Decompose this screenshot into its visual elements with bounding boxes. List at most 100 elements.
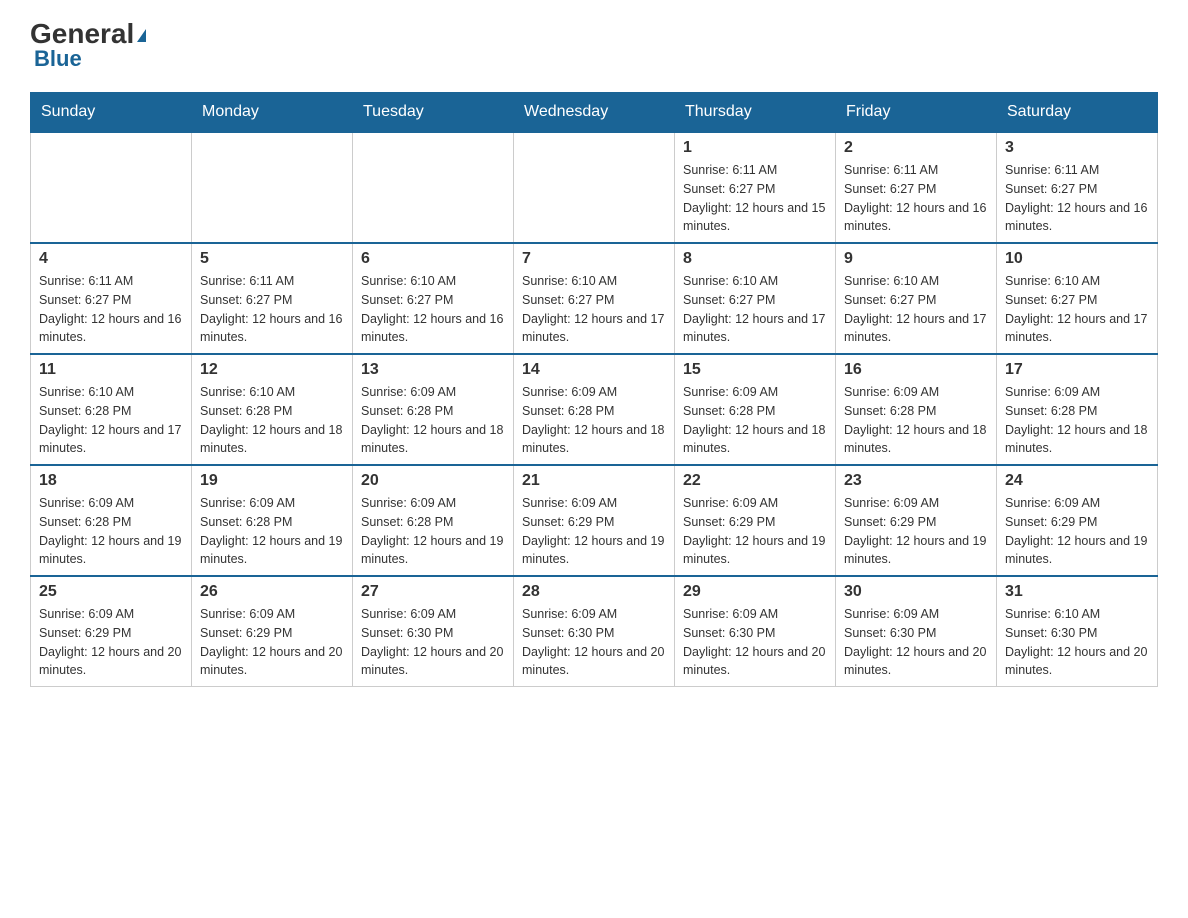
day-info: Sunrise: 6:10 AMSunset: 6:27 PMDaylight:…	[522, 272, 666, 347]
day-info: Sunrise: 6:09 AMSunset: 6:28 PMDaylight:…	[1005, 383, 1149, 458]
day-info: Sunrise: 6:11 AMSunset: 6:27 PMDaylight:…	[39, 272, 183, 347]
calendar-cell: 9 Sunrise: 6:10 AMSunset: 6:27 PMDaylight…	[836, 243, 997, 354]
calendar-cell: 10 Sunrise: 6:10 AMSunset: 6:27 PMDayligh…	[997, 243, 1158, 354]
calendar-cell: 6 Sunrise: 6:10 AMSunset: 6:27 PMDaylight…	[353, 243, 514, 354]
day-number: 21	[522, 472, 666, 490]
calendar-table: SundayMondayTuesdayWednesdayThursdayFrid…	[30, 92, 1158, 687]
day-number: 11	[39, 361, 183, 379]
day-info: Sunrise: 6:09 AMSunset: 6:30 PMDaylight:…	[361, 605, 505, 680]
calendar-cell: 23Sunrise: 6:09 AMSunset: 6:29 PMDayligh…	[836, 465, 997, 576]
calendar-cell: 11 Sunrise: 6:10 AMSunset: 6:28 PMDayligh…	[31, 354, 192, 465]
calendar-header-monday: Monday	[192, 93, 353, 133]
day-number: 13	[361, 361, 505, 379]
day-info: Sunrise: 6:09 AMSunset: 6:28 PMDaylight:…	[844, 383, 988, 458]
calendar-cell	[514, 132, 675, 243]
day-number: 25	[39, 583, 183, 601]
day-number: 19	[200, 472, 344, 490]
day-number: 2	[844, 139, 988, 157]
calendar-header-friday: Friday	[836, 93, 997, 133]
day-number: 30	[844, 583, 988, 601]
day-info: Sunrise: 6:09 AMSunset: 6:30 PMDaylight:…	[844, 605, 988, 680]
day-info: Sunrise: 6:09 AMSunset: 6:28 PMDaylight:…	[39, 494, 183, 569]
day-number: 8	[683, 250, 827, 268]
calendar-cell: 3Sunrise: 6:11 AMSunset: 6:27 PMDaylight…	[997, 132, 1158, 243]
calendar-cell: 25 Sunrise: 6:09 AMSunset: 6:29 PMDayligh…	[31, 576, 192, 687]
calendar-cell: 14Sunrise: 6:09 AMSunset: 6:28 PMDayligh…	[514, 354, 675, 465]
day-number: 22	[683, 472, 827, 490]
calendar-cell: 20 Sunrise: 6:09 AMSunset: 6:28 PMDayligh…	[353, 465, 514, 576]
day-info: Sunrise: 6:09 AMSunset: 6:28 PMDaylight:…	[683, 383, 827, 458]
day-number: 9	[844, 250, 988, 268]
day-info: Sunrise: 6:09 AMSunset: 6:28 PMDaylight:…	[522, 383, 666, 458]
calendar-cell: 4 Sunrise: 6:11 AMSunset: 6:27 PMDaylight…	[31, 243, 192, 354]
day-info: Sunrise: 6:11 AMSunset: 6:27 PMDaylight:…	[683, 161, 827, 236]
day-number: 1	[683, 139, 827, 157]
day-info: Sunrise: 6:10 AMSunset: 6:28 PMDaylight:…	[39, 383, 183, 458]
calendar-cell: 7 Sunrise: 6:10 AMSunset: 6:27 PMDaylight…	[514, 243, 675, 354]
calendar-cell: 1 Sunrise: 6:11 AMSunset: 6:27 PMDaylight…	[675, 132, 836, 243]
logo-general-text: General	[30, 20, 146, 48]
day-info: Sunrise: 6:10 AMSunset: 6:27 PMDaylight:…	[844, 272, 988, 347]
calendar-cell: 2 Sunrise: 6:11 AMSunset: 6:27 PMDaylight…	[836, 132, 997, 243]
calendar-cell: 19 Sunrise: 6:09 AMSunset: 6:28 PMDayligh…	[192, 465, 353, 576]
calendar-cell: 18 Sunrise: 6:09 AMSunset: 6:28 PMDayligh…	[31, 465, 192, 576]
day-info: Sunrise: 6:10 AMSunset: 6:27 PMDaylight:…	[361, 272, 505, 347]
calendar-cell: 31 Sunrise: 6:10 AMSunset: 6:30 PMDayligh…	[997, 576, 1158, 687]
calendar-cell: 12 Sunrise: 6:10 AMSunset: 6:28 PMDayligh…	[192, 354, 353, 465]
calendar-cell: 5Sunrise: 6:11 AMSunset: 6:27 PMDaylight…	[192, 243, 353, 354]
day-number: 6	[361, 250, 505, 268]
calendar-cell: 29Sunrise: 6:09 AMSunset: 6:30 PMDayligh…	[675, 576, 836, 687]
day-number: 20	[361, 472, 505, 490]
calendar-week-2: 4 Sunrise: 6:11 AMSunset: 6:27 PMDaylight…	[31, 243, 1158, 354]
calendar-header-tuesday: Tuesday	[353, 93, 514, 133]
calendar-cell	[353, 132, 514, 243]
calendar-cell: 21 Sunrise: 6:09 AMSunset: 6:29 PMDayligh…	[514, 465, 675, 576]
day-info: Sunrise: 6:09 AMSunset: 6:28 PMDaylight:…	[200, 494, 344, 569]
day-info: Sunrise: 6:10 AMSunset: 6:27 PMDaylight:…	[683, 272, 827, 347]
calendar-header-wednesday: Wednesday	[514, 93, 675, 133]
calendar-cell: 26 Sunrise: 6:09 AMSunset: 6:29 PMDayligh…	[192, 576, 353, 687]
day-info: Sunrise: 6:10 AMSunset: 6:30 PMDaylight:…	[1005, 605, 1149, 680]
day-number: 18	[39, 472, 183, 490]
calendar-header-saturday: Saturday	[997, 93, 1158, 133]
day-number: 15	[683, 361, 827, 379]
page-header: General Blue	[30, 20, 1158, 72]
logo-blue-text: Blue	[34, 46, 82, 72]
day-info: Sunrise: 6:10 AMSunset: 6:27 PMDaylight:…	[1005, 272, 1149, 347]
day-number: 12	[200, 361, 344, 379]
calendar-cell	[192, 132, 353, 243]
calendar-cell: 22Sunrise: 6:09 AMSunset: 6:29 PMDayligh…	[675, 465, 836, 576]
day-number: 16	[844, 361, 988, 379]
calendar-cell: 24 Sunrise: 6:09 AMSunset: 6:29 PMDayligh…	[997, 465, 1158, 576]
calendar-week-5: 25 Sunrise: 6:09 AMSunset: 6:29 PMDayligh…	[31, 576, 1158, 687]
day-info: Sunrise: 6:10 AMSunset: 6:28 PMDaylight:…	[200, 383, 344, 458]
day-info: Sunrise: 6:09 AMSunset: 6:29 PMDaylight:…	[39, 605, 183, 680]
day-info: Sunrise: 6:09 AMSunset: 6:28 PMDaylight:…	[361, 494, 505, 569]
day-number: 4	[39, 250, 183, 268]
calendar-cell: 27 Sunrise: 6:09 AMSunset: 6:30 PMDayligh…	[353, 576, 514, 687]
day-info: Sunrise: 6:11 AMSunset: 6:27 PMDaylight:…	[844, 161, 988, 236]
calendar-cell: 8 Sunrise: 6:10 AMSunset: 6:27 PMDaylight…	[675, 243, 836, 354]
calendar-header-row: SundayMondayTuesdayWednesdayThursdayFrid…	[31, 93, 1158, 133]
day-info: Sunrise: 6:09 AMSunset: 6:28 PMDaylight:…	[361, 383, 505, 458]
day-number: 3	[1005, 139, 1149, 157]
day-number: 29	[683, 583, 827, 601]
day-number: 26	[200, 583, 344, 601]
calendar-week-3: 11 Sunrise: 6:10 AMSunset: 6:28 PMDayligh…	[31, 354, 1158, 465]
day-number: 31	[1005, 583, 1149, 601]
calendar-cell: 30 Sunrise: 6:09 AMSunset: 6:30 PMDayligh…	[836, 576, 997, 687]
calendar-cell: 16 Sunrise: 6:09 AMSunset: 6:28 PMDayligh…	[836, 354, 997, 465]
calendar-cell: 13 Sunrise: 6:09 AMSunset: 6:28 PMDayligh…	[353, 354, 514, 465]
day-number: 7	[522, 250, 666, 268]
day-info: Sunrise: 6:09 AMSunset: 6:30 PMDaylight:…	[522, 605, 666, 680]
day-info: Sunrise: 6:09 AMSunset: 6:29 PMDaylight:…	[1005, 494, 1149, 569]
calendar-cell: 28 Sunrise: 6:09 AMSunset: 6:30 PMDayligh…	[514, 576, 675, 687]
day-info: Sunrise: 6:09 AMSunset: 6:29 PMDaylight:…	[200, 605, 344, 680]
day-number: 27	[361, 583, 505, 601]
day-number: 28	[522, 583, 666, 601]
day-info: Sunrise: 6:11 AMSunset: 6:27 PMDaylight:…	[200, 272, 344, 347]
calendar-header-thursday: Thursday	[675, 93, 836, 133]
day-info: Sunrise: 6:09 AMSunset: 6:29 PMDaylight:…	[522, 494, 666, 569]
day-number: 10	[1005, 250, 1149, 268]
day-number: 24	[1005, 472, 1149, 490]
